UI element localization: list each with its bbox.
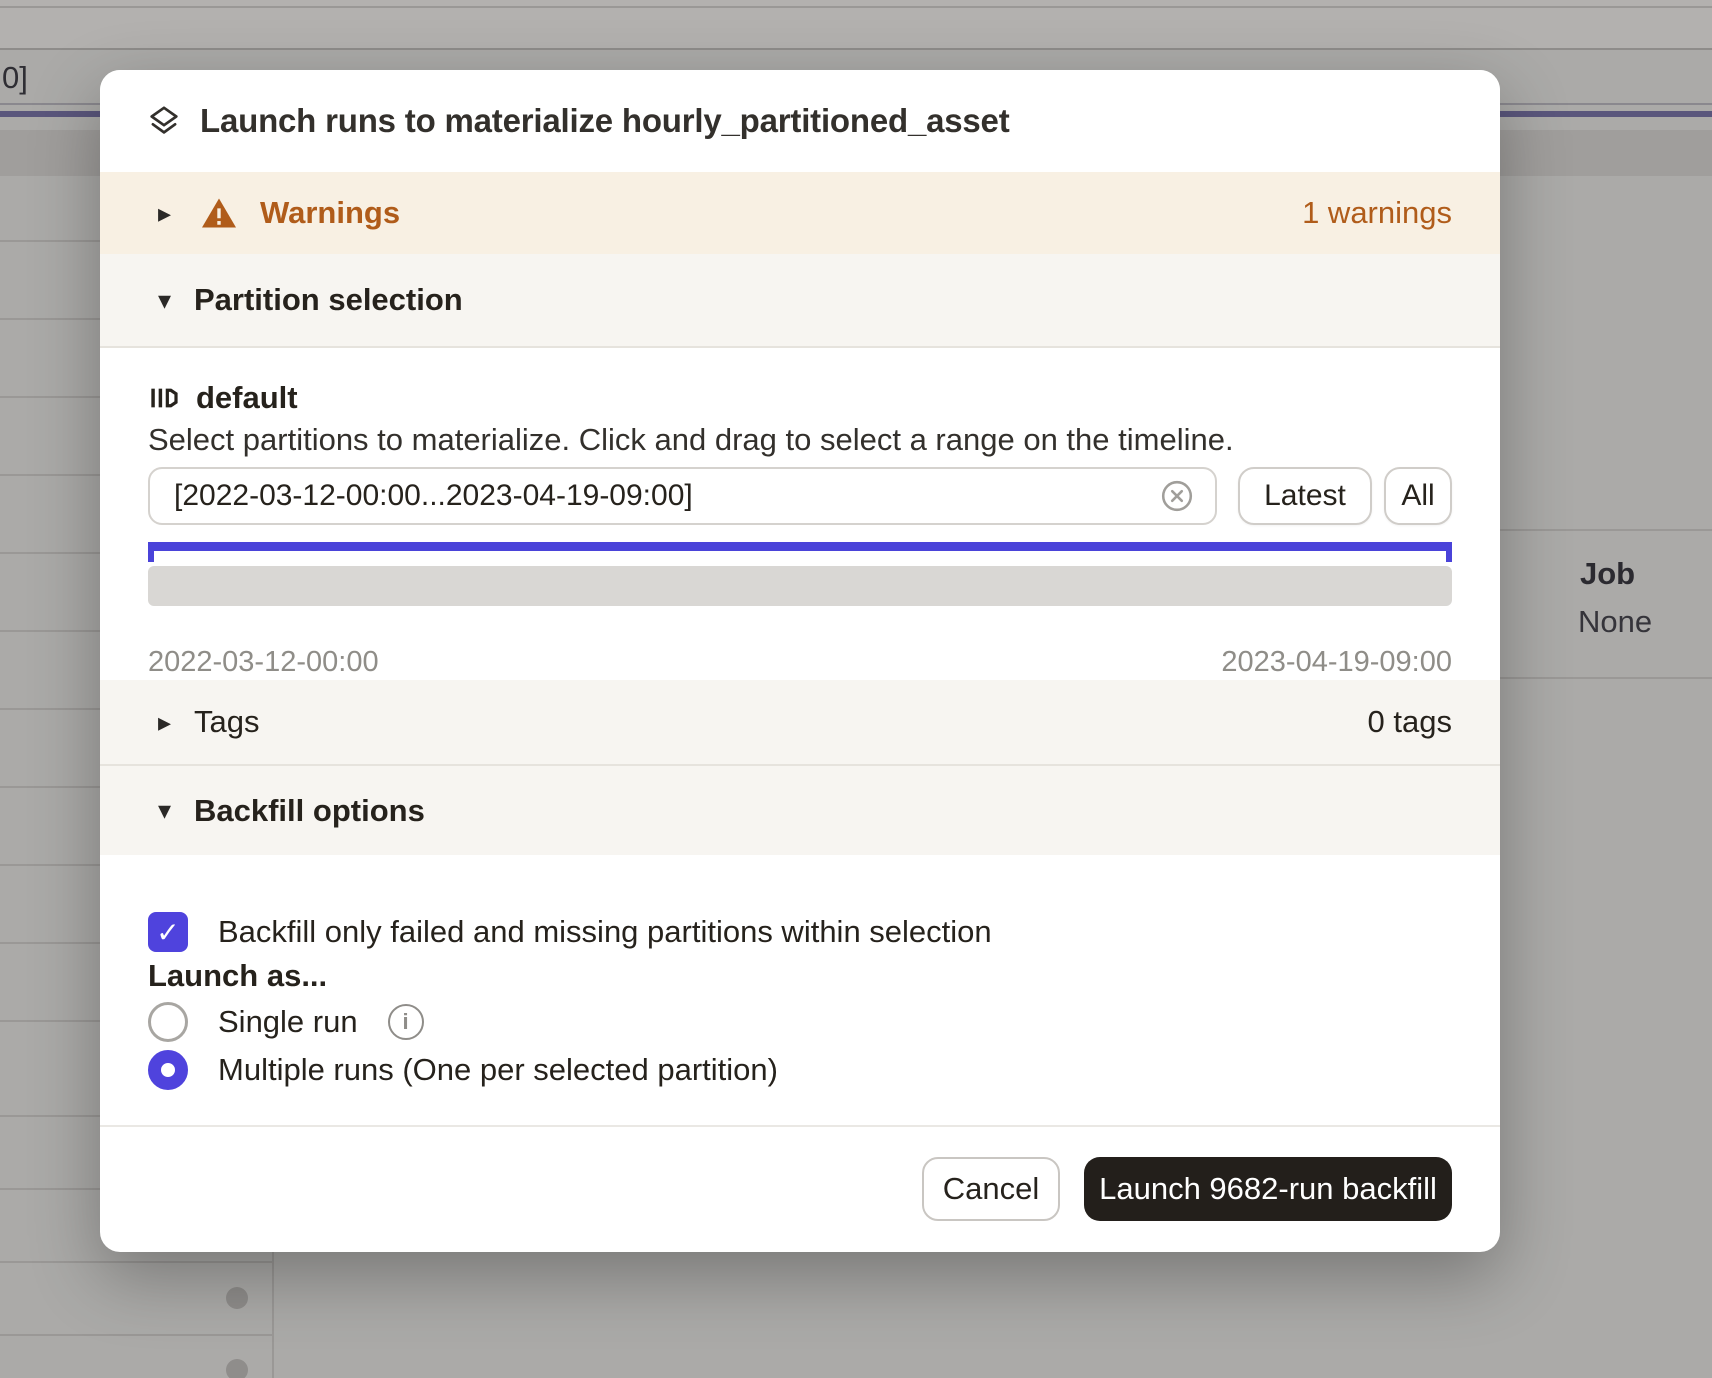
backfill-options-section-header[interactable]: ▾ Backfill options xyxy=(100,766,1500,855)
background-top-line xyxy=(0,6,1712,8)
warnings-section-header[interactable]: ▸ Warnings 1 warnings xyxy=(100,172,1500,254)
partition-range-input[interactable] xyxy=(148,467,1217,525)
caret-right-icon: ▸ xyxy=(158,707,184,738)
tags-count: 0 tags xyxy=(1368,704,1452,740)
single-run-option: Single run i xyxy=(148,1002,424,1042)
timeline-date-labels: 2022-03-12-00:00 2023-04-19-09:00 xyxy=(148,646,1452,679)
backfill-only-failed-checkbox[interactable]: ✓ xyxy=(148,912,188,952)
partition-dimension-row: default xyxy=(148,380,298,416)
partition-range-input-wrap xyxy=(148,467,1217,525)
footer-divider xyxy=(100,1125,1500,1127)
background-partial-input-text: 0] xyxy=(2,60,28,96)
background-row-line xyxy=(0,864,100,866)
background-status-dot xyxy=(226,1359,248,1378)
background-row-line xyxy=(0,240,100,242)
background-row-line xyxy=(1500,677,1712,679)
tags-label: Tags xyxy=(194,704,259,740)
warnings-label: Warnings xyxy=(260,195,400,231)
background-row-line xyxy=(1500,529,1712,531)
all-button[interactable]: All xyxy=(1384,467,1452,525)
warning-triangle-icon xyxy=(200,196,238,230)
partition-health-timeline[interactable] xyxy=(148,566,1452,606)
background-row-line xyxy=(0,474,100,476)
background-row-line xyxy=(0,942,100,944)
warnings-count: 1 warnings xyxy=(1302,195,1452,231)
background-row-line xyxy=(0,1261,272,1263)
materialize-layers-icon xyxy=(146,103,182,139)
background-status-dot xyxy=(226,1287,248,1309)
launch-backfill-button[interactable]: Launch 9682-run backfill xyxy=(1084,1157,1452,1221)
selected-range-bracket[interactable] xyxy=(148,542,1452,562)
partition-selection-label: Partition selection xyxy=(194,282,463,318)
backfill-options-label: Backfill options xyxy=(194,793,425,829)
caret-right-icon: ▸ xyxy=(158,198,184,229)
background-job-value: None xyxy=(1578,604,1652,640)
background-row-line xyxy=(0,630,100,632)
clear-range-icon[interactable] xyxy=(1159,478,1195,514)
background-row-line xyxy=(0,1020,100,1022)
cancel-button[interactable]: Cancel xyxy=(922,1157,1060,1221)
backfill-only-failed-label: Backfill only failed and missing partiti… xyxy=(218,914,992,950)
timeline-start-date: 2022-03-12-00:00 xyxy=(148,646,379,679)
partition-selection-section-header[interactable]: ▾ Partition selection xyxy=(100,254,1500,348)
partition-selection-description: Select partitions to materialize. Click … xyxy=(148,422,1234,458)
partition-dimension-name: default xyxy=(196,380,298,416)
multiple-runs-radio[interactable] xyxy=(148,1050,188,1090)
background-row-line xyxy=(0,1334,272,1336)
background-row-line xyxy=(0,552,100,554)
background-row-line xyxy=(0,786,100,788)
caret-down-icon: ▾ xyxy=(158,285,184,316)
tags-section-header[interactable]: ▸ Tags 0 tags xyxy=(100,680,1500,766)
background-row-line xyxy=(0,1115,100,1117)
background-row-line xyxy=(0,318,100,320)
dialog-footer: Cancel Launch 9682-run backfill xyxy=(100,1157,1500,1221)
background-row-line xyxy=(0,708,100,710)
background-row-line xyxy=(0,1188,100,1190)
background-column-divider xyxy=(272,1252,274,1378)
caret-down-icon: ▾ xyxy=(158,795,184,826)
background-row-line xyxy=(0,396,100,398)
single-run-radio[interactable] xyxy=(148,1002,188,1042)
partition-set-icon xyxy=(148,382,180,414)
dialog-title: Launch runs to materialize hourly_partit… xyxy=(200,102,1010,140)
info-icon[interactable]: i xyxy=(388,1004,424,1040)
launch-as-label: Launch as... xyxy=(148,958,327,994)
background-job-column-header: Job xyxy=(1580,556,1635,592)
partition-range-row: Latest All xyxy=(148,467,1452,525)
dialog-header: Launch runs to materialize hourly_partit… xyxy=(100,70,1500,172)
single-run-label: Single run xyxy=(218,1004,358,1040)
latest-button[interactable]: Latest xyxy=(1238,467,1372,525)
multiple-runs-label: Multiple runs (One per selected partitio… xyxy=(218,1052,778,1088)
backfill-only-failed-row: ✓ Backfill only failed and missing parti… xyxy=(148,912,992,952)
timeline-end-date: 2023-04-19-09:00 xyxy=(1221,646,1452,679)
multiple-runs-option: Multiple runs (One per selected partitio… xyxy=(148,1050,778,1090)
launch-backfill-dialog: Launch runs to materialize hourly_partit… xyxy=(100,70,1500,1252)
